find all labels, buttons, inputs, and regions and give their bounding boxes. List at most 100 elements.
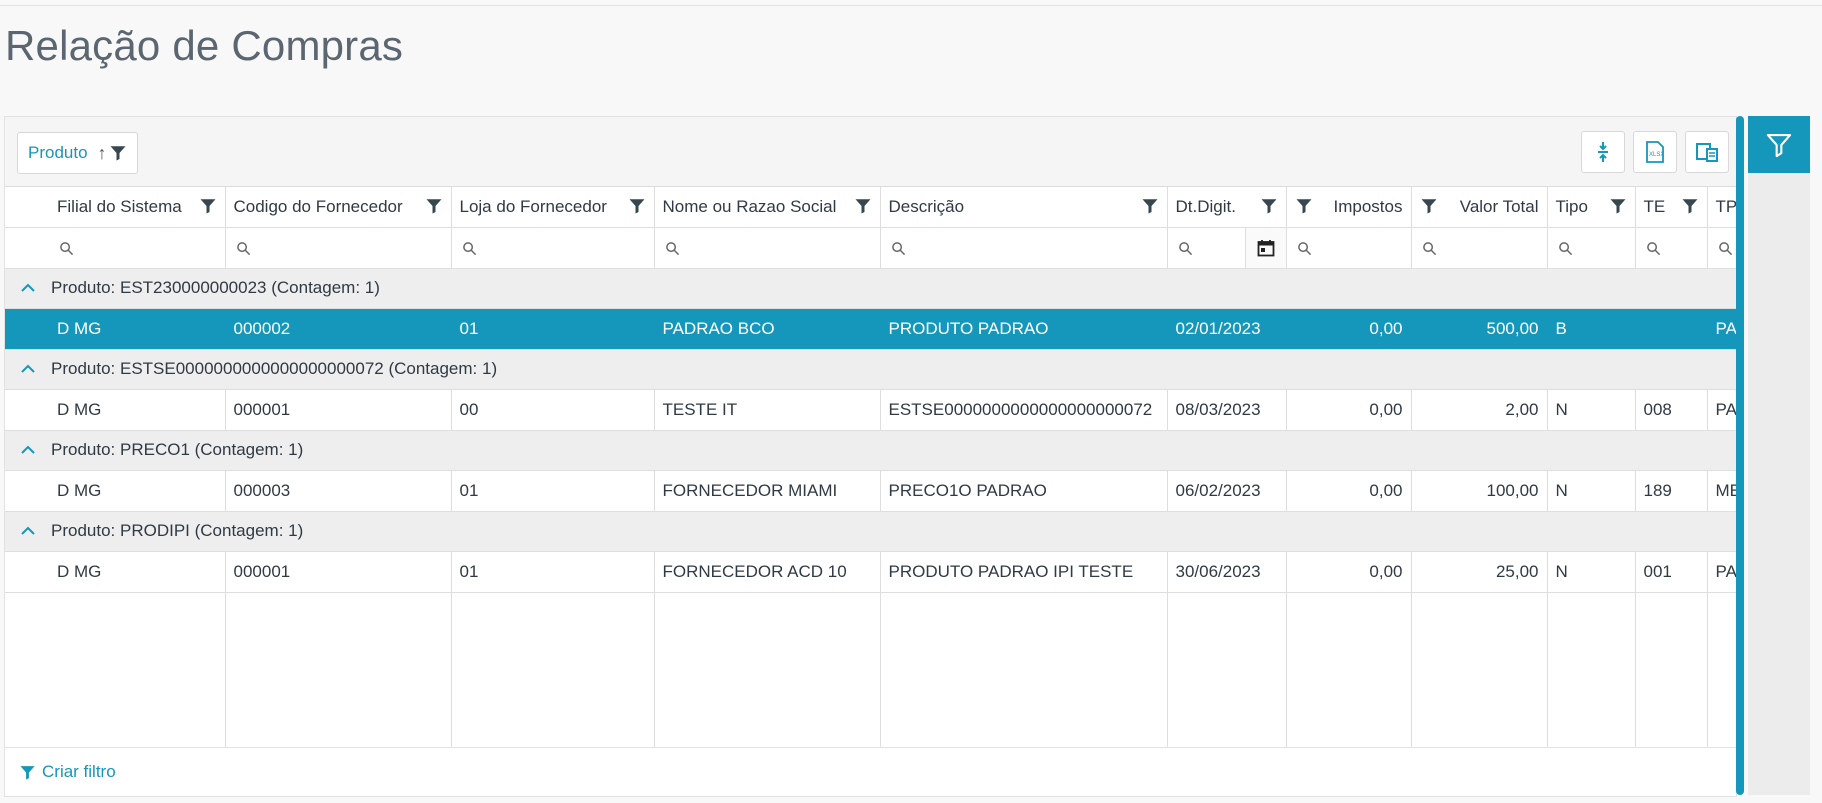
- filter-cell[interactable]: [654, 227, 881, 269]
- header-filial[interactable]: Filial do Sistema: [49, 187, 226, 228]
- column-filter-icon[interactable]: [425, 197, 443, 215]
- grid-footer: Criar filtro: [5, 747, 1736, 796]
- export-xlsx-button[interactable]: XLSX: [1633, 131, 1677, 173]
- search-icon: [665, 241, 679, 255]
- column-filter-icon[interactable]: [1609, 197, 1627, 215]
- column-filter-icon[interactable]: [1420, 197, 1438, 215]
- header-impostos[interactable]: Impostos: [1286, 187, 1412, 228]
- search-icon: [1558, 241, 1572, 255]
- header-expander-spacer: [5, 187, 49, 228]
- filter-cell[interactable]: [49, 227, 226, 269]
- chevron-up-icon[interactable]: [5, 278, 51, 298]
- header-codigo[interactable]: Codigo do Fornecedor: [225, 187, 452, 228]
- cell-descricao: PRECO1O PADRAO: [880, 470, 1168, 512]
- header-dt-digit[interactable]: Dt.Digit.: [1167, 187, 1287, 228]
- header-tipo[interactable]: Tipo: [1547, 187, 1636, 228]
- cell-valor-total: 2,00: [1411, 389, 1548, 431]
- group-row-cell: Produto: ESTSE0000000000000000000072 (Co…: [5, 349, 1736, 390]
- cell-loja: 01: [451, 470, 655, 512]
- column-filter-icon[interactable]: [628, 197, 646, 215]
- top-divider: [0, 5, 1822, 6]
- chevron-up-icon[interactable]: [5, 359, 51, 379]
- cell-descricao: PRODUTO PADRAO IPI TESTE: [880, 551, 1168, 593]
- table-row[interactable]: D MG 000001 00 TESTE IT ESTSE00000000000…: [5, 389, 1736, 431]
- svg-text:XLSX: XLSX: [1649, 152, 1664, 158]
- filter-cell-date[interactable]: [1167, 227, 1287, 269]
- group-label: Produto: PRODIPI (Contagem: 1): [51, 520, 304, 540]
- cell-tp: PA: [1707, 389, 1736, 431]
- vertical-scrollbar[interactable]: [1736, 116, 1744, 795]
- cell-descricao: ESTSE0000000000000000000072: [880, 389, 1168, 431]
- filter-cell[interactable]: [1411, 227, 1548, 269]
- header-te[interactable]: TE: [1635, 187, 1708, 228]
- export-xlsx-icon: XLSX: [1646, 141, 1664, 163]
- column-chooser-icon: [1696, 143, 1718, 162]
- filter-side-panel: [1748, 116, 1810, 795]
- header-row: Filial do Sistema Codigo do Fornecedor L…: [5, 187, 1736, 228]
- collapse-rows-button[interactable]: [1581, 131, 1625, 173]
- header-loja[interactable]: Loja do Fornecedor: [451, 187, 655, 228]
- table-row[interactable]: D MG 000003 01 FORNECEDOR MIAMI PRECO1O …: [5, 470, 1736, 512]
- grid-panel: Produto ↑ XLSX Filial do Sistema Codigo …: [4, 116, 1737, 797]
- chevron-up-icon[interactable]: [5, 440, 51, 460]
- group-label: Produto: EST230000000023 (Contagem: 1): [51, 277, 380, 297]
- search-icon: [236, 241, 250, 255]
- cell-tipo: N: [1547, 389, 1636, 431]
- cell-te: 189: [1635, 470, 1708, 512]
- search-icon: [1646, 241, 1660, 255]
- row-spacer: [5, 470, 49, 512]
- column-filter-icon[interactable]: [1681, 197, 1699, 215]
- filter-cell[interactable]: [1707, 227, 1736, 269]
- group-row[interactable]: Produto: EST230000000023 (Contagem: 1): [5, 268, 1736, 309]
- cell-loja: 01: [451, 551, 655, 593]
- group-filter-icon[interactable]: [109, 144, 127, 162]
- create-filter-button[interactable]: Criar filtro: [19, 762, 116, 782]
- group-row[interactable]: Produto: ESTSE0000000000000000000072 (Co…: [5, 349, 1736, 390]
- filter-cell[interactable]: [225, 227, 452, 269]
- cell-nome: PADRAO BCO: [654, 308, 881, 350]
- row-spacer: [5, 308, 49, 350]
- cell-te: 001: [1635, 551, 1708, 593]
- column-filter-icon[interactable]: [1295, 197, 1313, 215]
- table-row[interactable]: D MG 000002 01 PADRAO BCO PRODUTO PADRAO…: [5, 308, 1736, 350]
- filter-cell[interactable]: [1286, 227, 1412, 269]
- filter-cell[interactable]: [1635, 227, 1708, 269]
- filter-cell[interactable]: [451, 227, 655, 269]
- date-picker-button[interactable]: [1244, 227, 1285, 267]
- cell-nome: FORNECEDOR MIAMI: [654, 470, 881, 512]
- group-row-cell: Produto: EST230000000023 (Contagem: 1): [5, 268, 1736, 309]
- chevron-up-icon[interactable]: [5, 521, 51, 541]
- table-row[interactable]: D MG 000001 01 FORNECEDOR ACD 10 PRODUTO…: [5, 551, 1736, 593]
- cell-dt-digit: 06/02/2023: [1167, 470, 1287, 512]
- cell-filial: D MG: [49, 551, 226, 593]
- group-label: Produto: PRECO1 (Contagem: 1): [51, 439, 304, 459]
- search-icon: [462, 241, 476, 255]
- header-valor-total[interactable]: Valor Total: [1411, 187, 1548, 228]
- group-by-label: Produto: [28, 143, 88, 162]
- column-filter-icon[interactable]: [854, 197, 872, 215]
- filter-cell[interactable]: [1547, 227, 1636, 269]
- filter-panel-toggle-button[interactable]: [1748, 116, 1810, 173]
- column-chooser-button[interactable]: [1685, 131, 1729, 173]
- empty-grid-area: [5, 592, 1736, 760]
- cell-tp: PA: [1707, 551, 1736, 593]
- cell-tp: PA: [1707, 308, 1736, 350]
- header-tp[interactable]: TP: [1707, 187, 1736, 228]
- header-nome[interactable]: Nome ou Razao Social: [654, 187, 881, 228]
- filter-cell[interactable]: [880, 227, 1168, 269]
- group-row-cell: Produto: PRECO1 (Contagem: 1): [5, 430, 1736, 471]
- funnel-icon: [20, 765, 35, 780]
- group-row[interactable]: Produto: PRODIPI (Contagem: 1): [5, 511, 1736, 552]
- column-filter-icon[interactable]: [1141, 197, 1159, 215]
- row-spacer: [5, 551, 49, 593]
- search-icon: [891, 241, 905, 255]
- group-row[interactable]: Produto: PRECO1 (Contagem: 1): [5, 430, 1736, 471]
- column-filter-icon[interactable]: [1260, 197, 1278, 215]
- header-descricao[interactable]: Descrição: [880, 187, 1168, 228]
- cell-codigo: 000003: [225, 470, 452, 512]
- sort-ascending-icon[interactable]: ↑: [98, 143, 107, 164]
- group-by-chip[interactable]: Produto ↑: [17, 132, 138, 174]
- cell-dt-digit: 30/06/2023: [1167, 551, 1287, 593]
- purchases-table: Filial do Sistema Codigo do Fornecedor L…: [5, 187, 1736, 760]
- column-filter-icon[interactable]: [199, 197, 217, 215]
